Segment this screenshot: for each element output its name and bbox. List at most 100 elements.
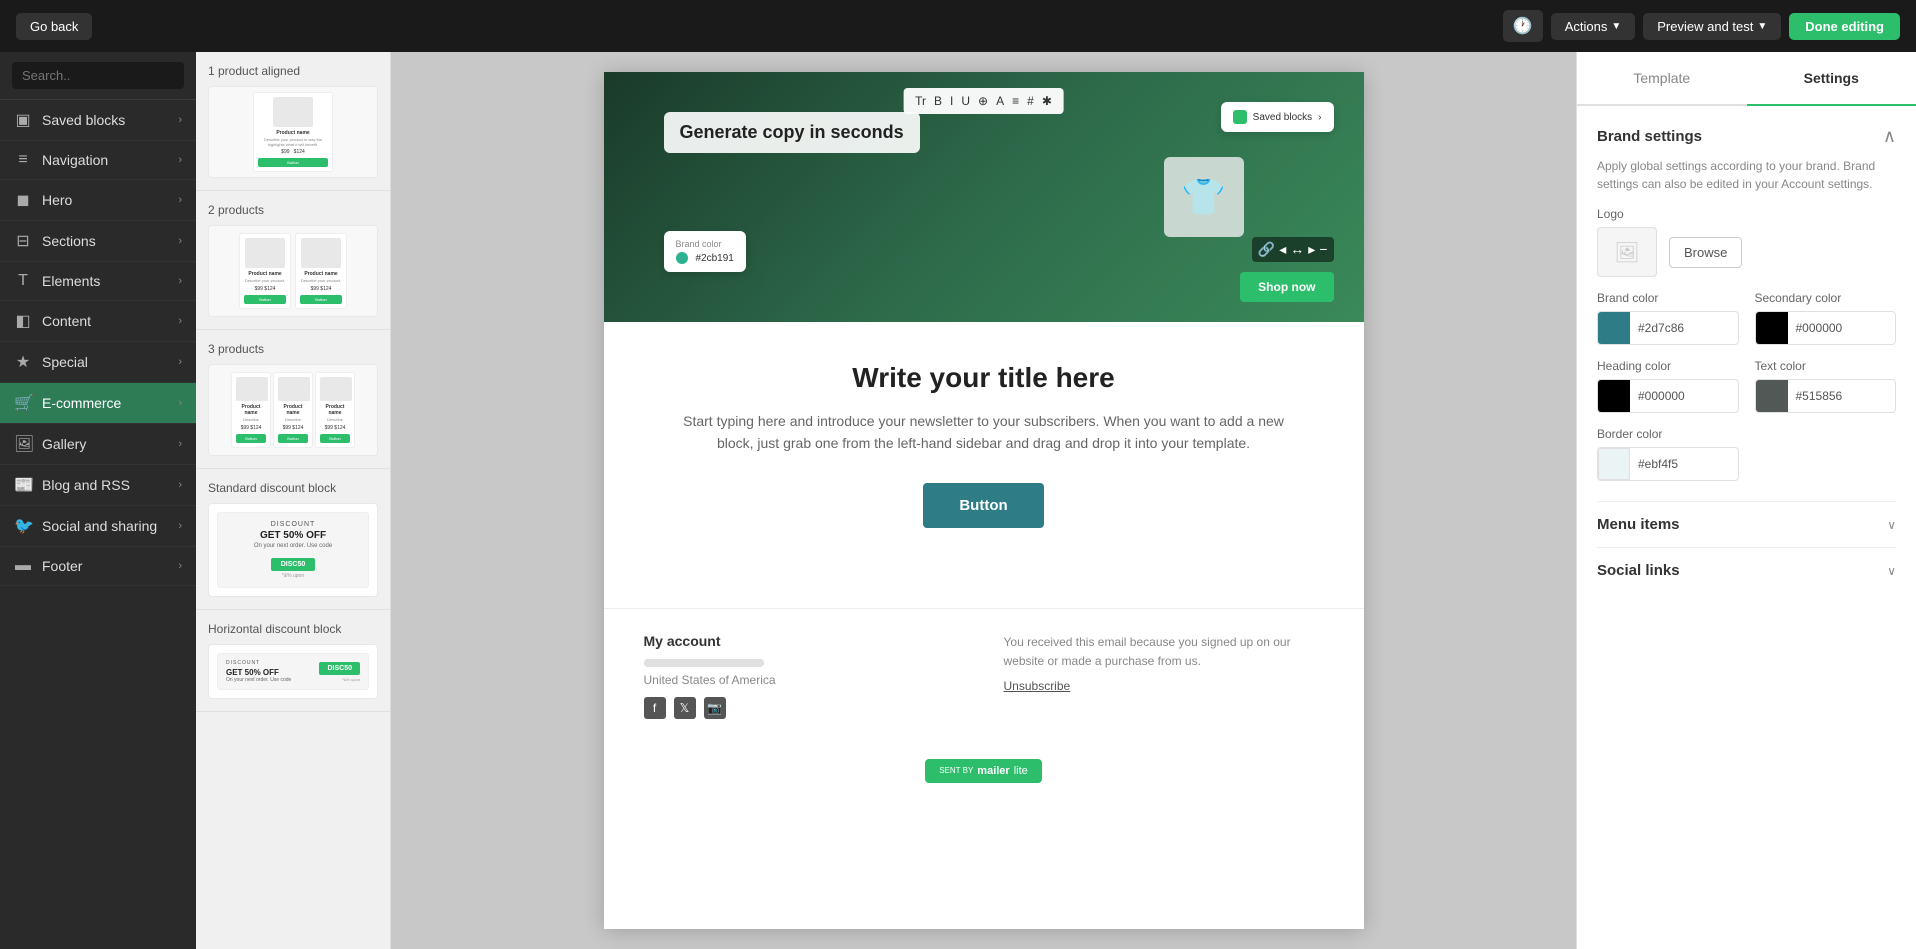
border-color-field[interactable]: #ebf4f5 bbox=[1597, 447, 1739, 481]
block-3-products[interactable]: 3 products Product name Describe $99 $12… bbox=[196, 330, 390, 469]
text-color-label: Text color bbox=[1755, 359, 1897, 373]
sidebar-item-blog-rss[interactable]: 📰 Blog and RSS › bbox=[0, 465, 196, 506]
align-center-icon: ↔ bbox=[1290, 241, 1304, 258]
chevron-right-icon: › bbox=[178, 114, 182, 126]
sidebar-search-container bbox=[0, 52, 196, 100]
sidebar-item-saved-blocks[interactable]: ▣ Saved blocks › bbox=[0, 100, 196, 141]
blocks-panel: 1 product aligned Product name Describe … bbox=[196, 52, 391, 949]
unsubscribe-link[interactable]: Unsubscribe bbox=[1004, 677, 1324, 696]
brand-settings-section: Brand settings ∧ Apply global settings a… bbox=[1597, 126, 1896, 481]
twitter-icon[interactable]: 𝕏 bbox=[674, 697, 696, 719]
link-icon: 🔗 bbox=[1258, 241, 1275, 258]
hero-image-controls: 🔗 ◂ ↔ ▸ − bbox=[1252, 237, 1334, 262]
sidebar-item-gallery[interactable]: 🖼 Gallery › bbox=[0, 424, 196, 465]
navigation-icon: ≡ bbox=[14, 151, 32, 169]
saved-blocks-badge-icon bbox=[1233, 110, 1247, 124]
hero-brand-color: Brand color #2cb191 bbox=[664, 231, 746, 272]
block-1-product[interactable]: 1 product aligned Product name Describe … bbox=[196, 52, 390, 191]
secondary-color-label: Secondary color bbox=[1755, 291, 1897, 305]
heading-color-col: Heading color #000000 bbox=[1597, 359, 1739, 413]
chevron-right-icon: › bbox=[178, 356, 182, 368]
footer-icon: ▬ bbox=[14, 557, 32, 575]
text-color-swatch bbox=[1756, 380, 1788, 412]
brand-settings-title: Brand settings bbox=[1597, 128, 1702, 145]
settings-tabs: Template Settings bbox=[1577, 52, 1916, 106]
block-3-products-preview: Product name Describe $99 $124 Button Pr… bbox=[208, 364, 378, 456]
align-left-icon: ◂ bbox=[1279, 241, 1286, 258]
tab-settings[interactable]: Settings bbox=[1747, 52, 1916, 106]
go-back-button[interactable]: Go back bbox=[16, 13, 92, 40]
email-cta-button[interactable]: Button bbox=[923, 483, 1043, 528]
email-hero: TrBIU⊕A≡#✱ Generate copy in seconds Save… bbox=[604, 72, 1364, 322]
main-layout: ▣ Saved blocks › ≡ Navigation › ◼ Hero ›… bbox=[0, 52, 1916, 949]
secondary-color-input[interactable]: #000000 bbox=[1788, 315, 1896, 341]
special-icon: ★ bbox=[14, 352, 32, 372]
footer-right: You received this email because you sign… bbox=[1004, 633, 1324, 697]
hero-shop-button[interactable]: Shop now bbox=[1240, 272, 1333, 302]
sidebar-item-footer[interactable]: ▬ Footer › bbox=[0, 547, 196, 586]
footer-bar bbox=[644, 659, 764, 667]
text-color-field[interactable]: #515856 bbox=[1755, 379, 1897, 413]
brand-color-input[interactable]: #2d7c86 bbox=[1630, 315, 1738, 341]
instagram-icon[interactable]: 📷 bbox=[704, 697, 726, 719]
chevron-right-icon: › bbox=[178, 315, 182, 327]
email-body: Write your title here Start typing here … bbox=[604, 322, 1364, 608]
hero-icon: ◼ bbox=[14, 190, 32, 210]
logo-area: 🖼 Browse bbox=[1597, 227, 1896, 277]
email-intro: Start typing here and introduce your new… bbox=[664, 410, 1304, 455]
secondary-color-field[interactable]: #000000 bbox=[1755, 311, 1897, 345]
heading-color-field[interactable]: #000000 bbox=[1597, 379, 1739, 413]
chevron-right-icon: › bbox=[178, 275, 182, 287]
sidebar-item-sections[interactable]: ⊟ Sections › bbox=[0, 221, 196, 262]
secondary-color-col: Secondary color #000000 bbox=[1755, 291, 1897, 345]
preview-button[interactable]: Preview and test ▼ bbox=[1643, 13, 1781, 40]
sidebar-item-elements[interactable]: T Elements › bbox=[0, 262, 196, 301]
sidebar-item-ecommerce[interactable]: 🛒 E-commerce › bbox=[0, 383, 196, 424]
brand-color-swatch bbox=[1598, 312, 1630, 344]
brand-color-field[interactable]: #2d7c86 bbox=[1597, 311, 1739, 345]
minus-icon: − bbox=[1319, 241, 1327, 258]
footer-account-label: My account bbox=[644, 633, 964, 649]
tab-template[interactable]: Template bbox=[1577, 52, 1747, 104]
history-button[interactable]: 🕐 bbox=[1503, 10, 1543, 42]
color-row-2: Heading color #000000 Text color #515856 bbox=[1597, 359, 1896, 413]
sidebar-item-navigation[interactable]: ≡ Navigation › bbox=[0, 141, 196, 180]
elements-icon: T bbox=[14, 272, 32, 290]
search-input[interactable] bbox=[12, 62, 184, 89]
logo-placeholder: 🖼 bbox=[1597, 227, 1657, 277]
block-standard-discount-preview: DISCOUNT GET 50% OFF On your next order.… bbox=[208, 503, 378, 597]
border-color-swatch bbox=[1598, 448, 1630, 480]
block-3-products-label: 3 products bbox=[208, 342, 378, 356]
sidebar-item-social[interactable]: 🐦 Social and sharing › bbox=[0, 506, 196, 547]
brand-color-col: Brand color #2d7c86 bbox=[1597, 291, 1739, 345]
collapse-brand-icon[interactable]: ∧ bbox=[1883, 126, 1896, 147]
text-color-input[interactable]: #515856 bbox=[1788, 383, 1896, 409]
border-color-input[interactable]: #ebf4f5 bbox=[1630, 451, 1738, 477]
brand-settings-desc: Apply global settings according to your … bbox=[1597, 157, 1896, 193]
block-2-products[interactable]: 2 products Product name Describe your pr… bbox=[196, 191, 390, 330]
gallery-icon: 🖼 bbox=[14, 434, 32, 454]
email-footer: My account United States of America f 𝕏 … bbox=[604, 608, 1364, 743]
menu-items-section[interactable]: Menu items ∨ bbox=[1597, 501, 1896, 547]
sidebar-item-hero[interactable]: ◼ Hero › bbox=[0, 180, 196, 221]
social-icon: 🐦 bbox=[14, 516, 32, 536]
shirt-icon: 👕 bbox=[1181, 176, 1226, 218]
chevron-right-icon: › bbox=[178, 438, 182, 450]
browse-button[interactable]: Browse bbox=[1669, 237, 1742, 268]
social-links-section[interactable]: Social links ∨ bbox=[1597, 547, 1896, 593]
block-1-product-preview: Product name Describe your product in wa… bbox=[208, 86, 378, 178]
block-standard-discount[interactable]: Standard discount block DISCOUNT GET 50%… bbox=[196, 469, 390, 610]
menu-items-label: Menu items bbox=[1597, 516, 1680, 533]
block-horizontal-discount[interactable]: Horizontal discount block DISCOUNT GET 5… bbox=[196, 610, 390, 712]
done-editing-button[interactable]: Done editing bbox=[1789, 13, 1900, 40]
block-2-products-label: 2 products bbox=[208, 203, 378, 217]
sidebar-item-content[interactable]: ◧ Content › bbox=[0, 301, 196, 342]
footer-left: My account United States of America f 𝕏 … bbox=[644, 633, 964, 719]
chevron-right-icon: › bbox=[178, 520, 182, 532]
hero-shirt-preview: 👕 bbox=[1164, 157, 1244, 237]
heading-color-input[interactable]: #000000 bbox=[1630, 383, 1738, 409]
sidebar-item-special[interactable]: ★ Special › bbox=[0, 342, 196, 383]
facebook-icon[interactable]: f bbox=[644, 697, 666, 719]
actions-button[interactable]: Actions ▼ bbox=[1551, 13, 1636, 40]
settings-panel: Template Settings Brand settings ∧ Apply… bbox=[1576, 52, 1916, 949]
